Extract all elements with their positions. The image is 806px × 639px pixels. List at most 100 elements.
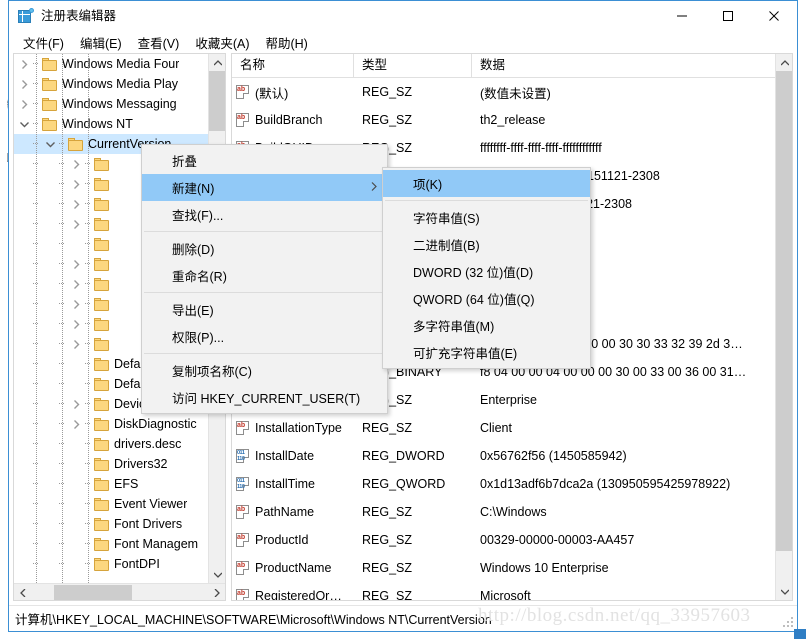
tree-item[interactable]: Windows Messaging — [14, 94, 208, 114]
tree-scroll-left-arrow[interactable] — [14, 584, 31, 600]
tree-item[interactable]: Drivers32 — [14, 454, 208, 474]
list-row[interactable]: ab ProductName REG_SZ Windows 10 Enterprise — [232, 554, 775, 582]
menu-item-label: 字符串值(S) — [413, 212, 480, 226]
tree-item[interactable]: DiskDiagnostic — [14, 414, 208, 434]
tree-twisty[interactable] — [68, 434, 84, 454]
list-row[interactable]: 011 110 InstallTime REG_QWORD 0x1d13adf6b7dc… — [232, 470, 775, 498]
tree-twisty[interactable] — [68, 314, 84, 334]
menu-help[interactable]: 帮助(H) — [257, 31, 315, 54]
maximize-button[interactable] — [705, 1, 751, 31]
list-row[interactable]: ab (默认) REG_SZ (数值未设置) — [232, 78, 775, 106]
tree-twisty[interactable] — [68, 194, 84, 214]
context-menu[interactable]: 折叠 新建(N) 查找(F)... 删除(D) 重命名(R) 导出(E) 权限(P)... 复… — [141, 144, 388, 414]
submenu-key[interactable]: 项(K) — [383, 170, 590, 197]
list-row[interactable]: ab InstallationType REG_SZ Client — [232, 414, 775, 442]
tree-twisty[interactable] — [68, 254, 84, 274]
tree-twisty[interactable] — [68, 474, 84, 494]
submenu-qword-value[interactable]: QWORD (64 位)值(Q) — [383, 285, 590, 312]
tree-item[interactable]: Event Viewer — [14, 494, 208, 514]
list-row[interactable]: 011 110 InstallDate REG_DWORD 0x56762f56 (14… — [232, 442, 775, 470]
tree-twisty[interactable] — [68, 174, 84, 194]
submenu-multi-string-value[interactable]: 多字符串值(M) — [383, 312, 590, 339]
menu-edit[interactable]: 编辑(E) — [72, 31, 130, 54]
submenu-dword-value[interactable]: DWORD (32 位)值(D) — [383, 258, 590, 285]
tree-scroll-right-arrow[interactable] — [208, 584, 225, 600]
tree-guide — [32, 374, 42, 394]
tree-twisty[interactable] — [68, 154, 84, 174]
list-row[interactable]: ab BuildBranch REG_SZ th2_release — [232, 106, 775, 134]
tree-twisty[interactable] — [16, 74, 32, 94]
column-header-type[interactable]: 类型 — [354, 54, 472, 78]
tree-twisty[interactable] — [16, 94, 32, 114]
ctx-new[interactable]: 新建(N) — [142, 174, 387, 201]
ctx-rename[interactable]: 重命名(R) — [142, 262, 387, 289]
menu-favorites[interactable]: 收藏夹(A) — [187, 31, 257, 54]
tree-twisty[interactable] — [68, 414, 84, 434]
tree-item[interactable]: Font Drivers — [14, 514, 208, 534]
tree-hscrollbar-thumb[interactable] — [54, 585, 132, 600]
minimize-button[interactable] — [659, 1, 705, 31]
folder-icon — [94, 257, 110, 271]
ctx-goto-hkcu[interactable]: 访问 HKEY_CURRENT_USER(T) — [142, 384, 387, 411]
ctx-export[interactable]: 导出(E) — [142, 296, 387, 323]
tree-item[interactable]: Windows NT — [14, 114, 208, 134]
tree-guide — [32, 294, 42, 314]
tree-twisty[interactable] — [68, 294, 84, 314]
list-row[interactable]: ab RegisteredOr… REG_SZ Microsoft — [232, 582, 775, 600]
tree-item[interactable]: Windows Media Play — [14, 74, 208, 94]
tree-item-label: Windows Messaging — [62, 97, 177, 111]
ctx-copy-key-name[interactable]: 复制项名称(C) — [142, 357, 387, 384]
close-button[interactable] — [751, 1, 797, 31]
tree-scroll-down-arrow[interactable] — [209, 566, 225, 583]
resize-grip[interactable] — [783, 617, 795, 629]
tree-twisty[interactable] — [68, 214, 84, 234]
folder-icon — [42, 57, 58, 71]
list-row[interactable]: ab PathName REG_SZ C:\Windows — [232, 498, 775, 526]
tree-twisty[interactable] — [68, 334, 84, 354]
tree-horizontal-scrollbar[interactable] — [14, 583, 225, 600]
menu-view[interactable]: 查看(V) — [130, 31, 188, 54]
ctx-delete[interactable]: 删除(D) — [142, 235, 387, 262]
tree-twisty[interactable] — [68, 394, 84, 414]
ctx-collapse[interactable]: 折叠 — [142, 147, 387, 174]
tree-twisty[interactable] — [68, 274, 84, 294]
tree-item[interactable]: EFS — [14, 474, 208, 494]
ctx-permissions[interactable]: 权限(P)... — [142, 323, 387, 350]
list-scroll-up-arrow[interactable] — [776, 54, 792, 71]
list-scrollbar-thumb[interactable] — [776, 71, 792, 551]
list-scroll-down-arrow[interactable] — [776, 583, 792, 600]
tree-item[interactable]: FontDPI — [14, 554, 208, 574]
column-header-name[interactable]: 名称 — [232, 54, 354, 78]
tree-item[interactable]: drivers.desc — [14, 434, 208, 454]
ctx-find[interactable]: 查找(F)... — [142, 201, 387, 228]
tree-scrollbar-thumb[interactable] — [209, 71, 225, 131]
tree-twisty[interactable] — [16, 114, 32, 134]
value-name: InstallationType — [255, 421, 342, 435]
submenu-expandable-string-value[interactable]: 可扩充字符串值(E) — [383, 339, 590, 366]
new-submenu[interactable]: 项(K) 字符串值(S) 二进制值(B) DWORD (32 位)值(D) QWORD … — [382, 167, 591, 369]
column-header-data[interactable]: 数据 — [472, 54, 775, 78]
submenu-binary-value[interactable]: 二进制值(B) — [383, 231, 590, 258]
tree-twisty[interactable] — [68, 534, 84, 554]
tree-twisty[interactable] — [68, 234, 84, 254]
tree-scroll-up-arrow[interactable] — [209, 54, 225, 71]
tree-twisty[interactable] — [16, 54, 32, 74]
tree-item[interactable]: Font Managem — [14, 534, 208, 554]
tree-twisty[interactable] — [68, 514, 84, 534]
tree-twisty[interactable] — [68, 454, 84, 474]
tree-twisty[interactable] — [68, 374, 84, 394]
tree-twisty[interactable] — [42, 134, 58, 154]
tree-twisty[interactable] — [68, 554, 84, 574]
list-row[interactable]: ab ProductId REG_SZ 00329-00000-00003-AA457 — [232, 526, 775, 554]
list-vertical-scrollbar[interactable] — [775, 54, 792, 600]
tree-guide — [58, 514, 68, 534]
tree-item-label: drivers.desc — [114, 437, 182, 451]
tree-item[interactable]: Windows Media Four — [14, 54, 208, 74]
tree-twisty[interactable] — [68, 494, 84, 514]
menu-file[interactable]: 文件(F) — [15, 31, 72, 54]
tree-twisty[interactable] — [68, 354, 84, 374]
submenu-string-value[interactable]: 字符串值(S) — [383, 204, 590, 231]
